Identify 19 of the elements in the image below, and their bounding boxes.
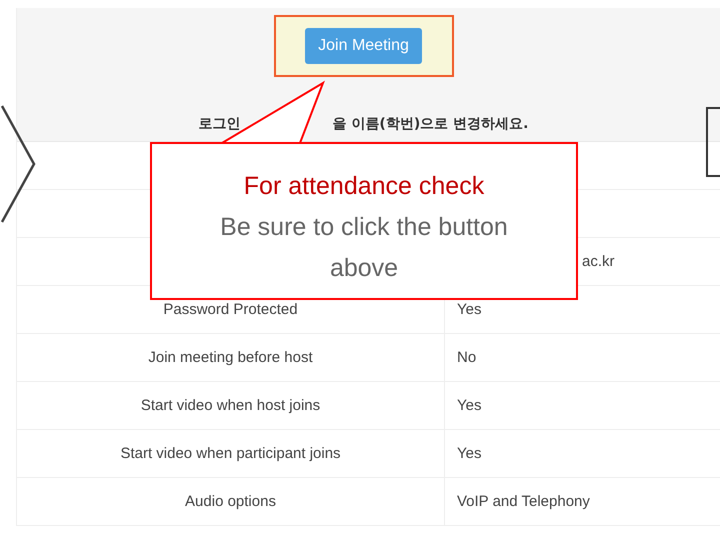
callout-text: Be sure to click the button: [220, 212, 508, 243]
setting-label: Password Protected: [163, 301, 298, 318]
join-meeting-button[interactable]: Join Meeting: [305, 28, 422, 64]
setting-label: Join meeting before host: [148, 349, 313, 366]
setting-label: Start video when host joins: [140, 397, 320, 414]
callout-text: above: [330, 253, 398, 284]
callout-title: For attendance check: [244, 171, 484, 202]
setting-label: Audio options: [185, 493, 276, 510]
setting-value: Yes: [457, 301, 482, 318]
setting-value: No: [457, 349, 476, 366]
setting-label: Start video when participant joins: [120, 445, 341, 462]
notice-text: 로그인: [198, 115, 241, 133]
chevron-right-icon[interactable]: [0, 105, 36, 223]
setting-value: Yes: [457, 397, 482, 414]
setting-value: VoIP and Telephony: [457, 493, 590, 510]
setting-value: ac.kr: [582, 253, 615, 270]
frame-outline: [706, 107, 720, 177]
notice-text: 을 이름(학번)으로 변경하세요.: [332, 115, 528, 133]
setting-value: Yes: [457, 445, 482, 462]
